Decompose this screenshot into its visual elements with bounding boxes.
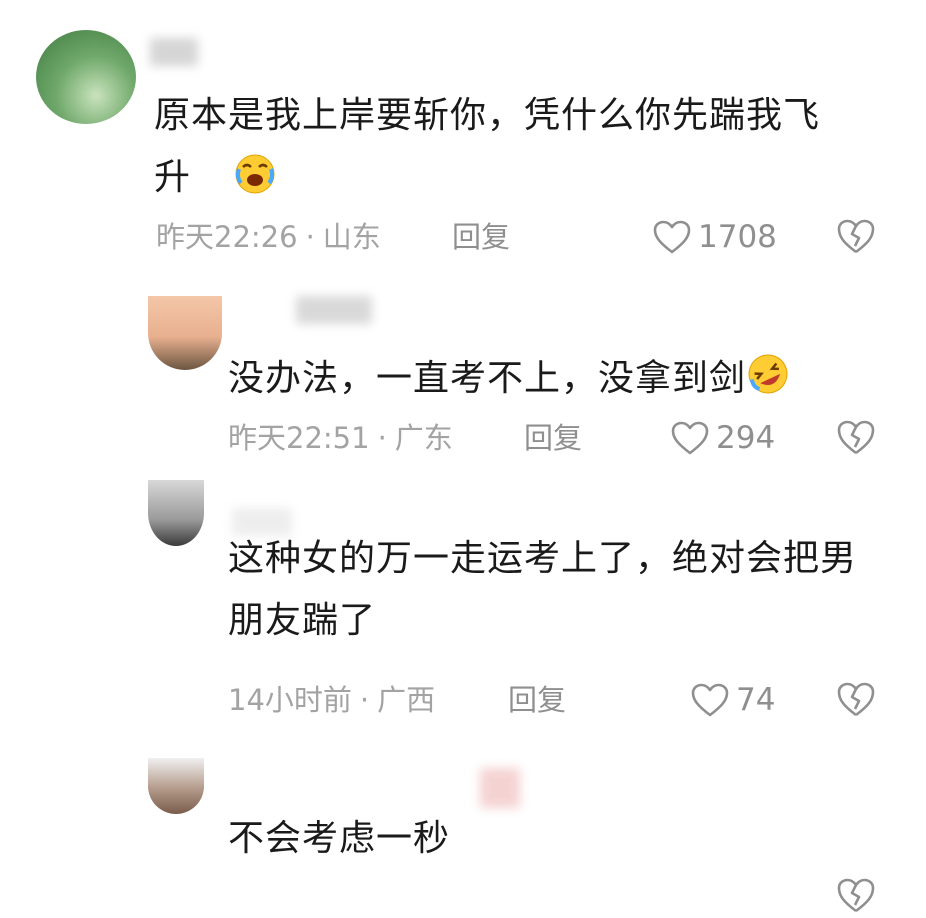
comment-text-line: 这种女的万一走运考上了，绝对会把男 bbox=[228, 538, 858, 579]
comment-text: 原本是我上岸要斩你，凭什么你先踹我飞 升 bbox=[154, 85, 820, 209]
dislike-button[interactable] bbox=[836, 418, 876, 456]
rofl-emoji bbox=[746, 352, 790, 396]
like-button[interactable]: 1708 bbox=[652, 217, 777, 257]
dislike-button[interactable] bbox=[836, 217, 876, 255]
avatar[interactable] bbox=[148, 758, 204, 814]
avatar[interactable] bbox=[148, 480, 204, 546]
separator-dot: · bbox=[305, 220, 315, 254]
comment-time: 昨天22:51 bbox=[228, 421, 370, 455]
comment-text: 不会考虑一秒 bbox=[228, 808, 450, 870]
username-blurred[interactable] bbox=[480, 768, 520, 808]
avatar[interactable] bbox=[36, 30, 136, 124]
like-button[interactable]: 294 bbox=[670, 418, 775, 458]
dislike-button[interactable] bbox=[836, 876, 876, 914]
comment-item: 不会考虑一秒 bbox=[0, 750, 926, 913]
comment-meta: 14小时前 · 广西 bbox=[228, 680, 435, 720]
avatar[interactable] bbox=[148, 296, 222, 370]
separator-dot: · bbox=[359, 683, 370, 717]
broken-heart-icon bbox=[837, 420, 875, 455]
comment-location: 广东 bbox=[394, 421, 453, 455]
comment-text: 没办法，一直考不上，没拿到剑 bbox=[228, 348, 790, 410]
broken-heart-icon bbox=[837, 219, 875, 254]
heart-icon bbox=[671, 421, 709, 455]
comment-time: 14小时前 bbox=[228, 683, 352, 717]
broken-heart-icon bbox=[837, 878, 875, 913]
username-blurred[interactable] bbox=[296, 296, 372, 324]
comment-location: 广西 bbox=[377, 683, 436, 717]
comment-text-line: 没办法，一直考不上，没拿到剑 bbox=[228, 358, 747, 399]
comment-item: 没办法，一直考不上，没拿到剑 昨天22:51 · 广东 回复 294 bbox=[0, 270, 926, 480]
like-button[interactable]: 74 bbox=[690, 680, 775, 720]
comment-time: 昨天22:26 bbox=[156, 220, 298, 254]
comment-text-line: 不会考虑一秒 bbox=[228, 818, 451, 859]
broken-heart-icon bbox=[837, 682, 875, 717]
like-count: 74 bbox=[736, 682, 776, 718]
comment-text-line: 原本是我上岸要斩你，凭什么你先踹我飞 bbox=[154, 95, 821, 136]
comment-location: 山东 bbox=[322, 220, 381, 254]
comment-meta: 昨天22:51 · 广东 bbox=[228, 418, 453, 458]
like-count: 294 bbox=[716, 420, 776, 456]
heart-icon bbox=[691, 683, 729, 717]
crying-laughing-emoji bbox=[233, 151, 277, 195]
comment-text: 这种女的万一走运考上了，绝对会把男 朋友踹了 bbox=[228, 528, 857, 652]
separator-dot: · bbox=[377, 421, 387, 455]
comment-item: 这种女的万一走运考上了，绝对会把男 朋友踹了 14小时前 · 广西 回复 74 bbox=[0, 480, 926, 750]
comment-text-line: 朋友踹了 bbox=[228, 600, 377, 641]
username-blurred[interactable] bbox=[150, 38, 198, 66]
comment-text-line: 升 bbox=[154, 157, 192, 198]
comment-item: 原本是我上岸要斩你，凭什么你先踹我飞 升 昨天22:26 · 山东 回复 1708 bbox=[0, 0, 926, 270]
like-count: 1708 bbox=[698, 219, 777, 255]
heart-icon bbox=[653, 220, 691, 254]
dislike-button[interactable] bbox=[836, 680, 876, 718]
comment-meta: 昨天22:26 · 山东 bbox=[156, 217, 381, 257]
reply-button[interactable]: 回复 bbox=[524, 418, 582, 458]
reply-button[interactable]: 回复 bbox=[452, 217, 510, 257]
reply-button[interactable]: 回复 bbox=[508, 680, 566, 720]
